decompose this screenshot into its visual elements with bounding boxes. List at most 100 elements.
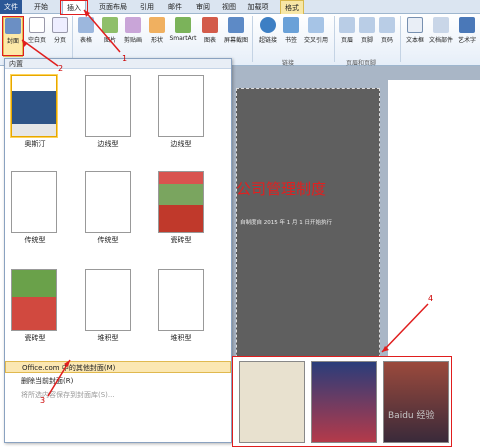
cover-thumb-traditional-alt[interactable]	[85, 171, 131, 233]
page-number-button[interactable]: 页码	[378, 17, 396, 53]
header-button[interactable]: 页眉	[338, 17, 356, 53]
chart-label: 图表	[203, 37, 216, 44]
picture-label: 图片	[103, 37, 116, 44]
ribbon-separator	[334, 16, 335, 62]
cross-reference-label: 交叉引用	[303, 37, 328, 44]
hyperlink-button[interactable]: 超链接	[256, 17, 280, 53]
tab-home[interactable]: 开始	[30, 0, 52, 14]
office-com-covers-popup	[232, 356, 452, 447]
annotation-number-4: 4	[428, 294, 434, 303]
blank-page-button[interactable]: 空白页	[26, 17, 48, 53]
menu-more-covers-office-com[interactable]: Office.com 中的其他封面(M)	[5, 361, 231, 373]
shapes-label: 形状	[150, 37, 163, 44]
smartart-icon	[175, 17, 191, 33]
clipart-label: 剪贴画	[123, 37, 142, 44]
annotation-number-2: 2	[58, 64, 64, 73]
table-button[interactable]: 表格	[76, 17, 96, 53]
hyperlink-label: 超链接	[258, 37, 277, 44]
quick-parts-label: 文档部件	[428, 37, 453, 44]
clipart-icon	[125, 17, 141, 33]
screenshot-button[interactable]: 屏幕截图	[222, 17, 250, 53]
cover-thumb-austin[interactable]	[11, 75, 57, 137]
cover-gallery-panel: 内置 奥斯汀 边线型 边线型 传统型 传统型 瓷砖型 瓷砖型 堆积型 堆积型 O…	[4, 58, 232, 443]
page-number-label: 页码	[380, 37, 393, 44]
page-break-button[interactable]: 分页	[50, 17, 70, 53]
screenshot-label: 屏幕截图	[223, 37, 248, 44]
document-subtitle: 自制度自 2015 年 1 月 1 日开始执行	[240, 220, 332, 226]
shapes-icon	[149, 17, 165, 33]
cover-label: 瓷砖型	[170, 236, 192, 244]
cover-label: 传统型	[97, 236, 119, 244]
tab-page-layout[interactable]: 页面布局	[94, 0, 132, 14]
online-cover-2[interactable]	[311, 361, 377, 443]
cover-thumb-stacks-alt[interactable]	[158, 269, 204, 331]
text-box-button[interactable]: 文本框	[404, 17, 426, 53]
footer-label: 页脚	[360, 37, 373, 44]
blank-page-icon	[29, 17, 45, 33]
tab-mailings[interactable]: 邮件	[164, 0, 186, 14]
cover-label: 边线型	[97, 140, 119, 148]
cover-label: 奥斯汀	[24, 140, 46, 148]
wordart-icon	[459, 17, 475, 33]
document-title: 公司管理制度	[236, 180, 327, 198]
text-box-icon	[407, 17, 423, 33]
watermark: Baidu 经验	[388, 411, 435, 421]
page-number-icon	[379, 17, 395, 33]
screenshot-icon	[228, 17, 244, 33]
tab-addins[interactable]: 加载项	[244, 0, 272, 14]
header-label: 页眉	[340, 37, 353, 44]
picture-icon	[102, 17, 118, 33]
cover-thumb-tiles[interactable]	[158, 171, 204, 233]
bookmark-button[interactable]: 书签	[282, 17, 300, 53]
menu-remove-current-cover[interactable]: 删除当前封面(R)	[5, 375, 231, 387]
ribbon-separator	[72, 16, 73, 62]
table-label: 表格	[79, 37, 92, 44]
tab-format[interactable]: 格式	[280, 0, 304, 14]
footer-icon	[359, 17, 375, 33]
text-box-label: 文本框	[405, 37, 424, 44]
bookmark-label: 书签	[284, 37, 297, 44]
highlight-insert-tab	[60, 0, 88, 15]
tab-file[interactable]: 文件	[0, 0, 22, 14]
header-icon	[339, 17, 355, 33]
shapes-button[interactable]: 形状	[148, 17, 166, 53]
cover-label: 堆积型	[170, 334, 192, 342]
page-break-label: 分页	[53, 37, 66, 44]
cross-reference-icon	[308, 17, 324, 33]
annotation-number-3: 3	[40, 396, 46, 405]
cover-thumb-tiles-alt[interactable]	[11, 269, 57, 331]
highlight-cover-button	[2, 16, 24, 56]
chart-button[interactable]: 图表	[200, 17, 220, 53]
table-icon	[78, 17, 94, 33]
footer-button[interactable]: 页脚	[358, 17, 376, 53]
smartart-label: SmartArt	[169, 35, 197, 42]
picture-button[interactable]: 图片	[100, 17, 120, 53]
smartart-button[interactable]: SmartArt	[168, 17, 198, 53]
quick-parts-icon	[433, 17, 449, 33]
tab-review[interactable]: 审阅	[192, 0, 214, 14]
quick-parts-button[interactable]: 文档部件	[428, 17, 454, 53]
menu-save-selection-to-gallery: 将所选内容保存到封面库(S)...	[21, 391, 115, 399]
annotation-number-1: 1	[122, 54, 128, 63]
cover-thumb-sideline[interactable]	[85, 75, 131, 137]
cover-thumb-sideline-alt[interactable]	[158, 75, 204, 137]
bookmark-icon	[283, 17, 299, 33]
ribbon-separator	[252, 16, 253, 62]
blank-page-label: 空白页	[27, 37, 46, 44]
online-cover-3[interactable]	[383, 361, 449, 443]
gallery-header: 内置	[5, 59, 231, 69]
chart-icon	[202, 17, 218, 33]
cover-label: 瓷砖型	[24, 334, 46, 342]
page-break-icon	[52, 17, 68, 33]
cover-thumb-stacks[interactable]	[85, 269, 131, 331]
cover-label: 传统型	[24, 236, 46, 244]
clipart-button[interactable]: 剪贴画	[122, 17, 144, 53]
wordart-label: 艺术字	[457, 37, 476, 44]
wordart-button[interactable]: 艺术字	[456, 17, 478, 53]
cross-reference-button[interactable]: 交叉引用	[302, 17, 330, 53]
ribbon-separator	[400, 16, 401, 62]
online-cover-1[interactable]	[239, 361, 305, 443]
tab-view[interactable]: 视图	[218, 0, 240, 14]
cover-thumb-traditional[interactable]	[11, 171, 57, 233]
tab-references[interactable]: 引用	[136, 0, 158, 14]
